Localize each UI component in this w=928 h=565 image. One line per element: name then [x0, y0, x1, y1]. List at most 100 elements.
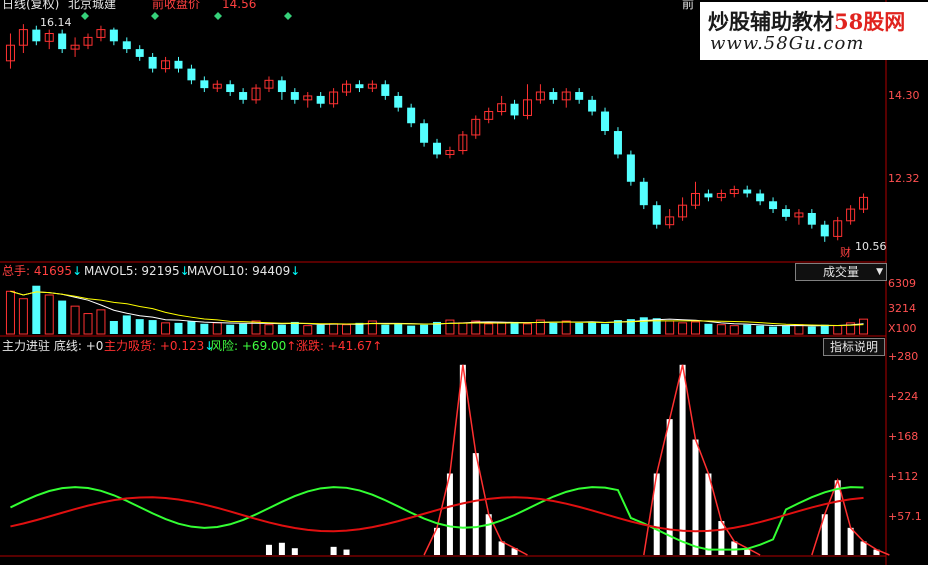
- volume-bar: [264, 324, 274, 335]
- finance-note-marker[interactable]: 财: [840, 246, 851, 260]
- volume-bar: [484, 323, 494, 335]
- candle-body: [32, 29, 41, 42]
- volume-bar: [588, 321, 597, 334]
- volume-bar: [678, 322, 688, 335]
- indicator-spike: [446, 473, 453, 555]
- volume-bar: [510, 321, 519, 334]
- indicator-dropdown-label: 成交量: [822, 265, 859, 279]
- stock-chart-window: { "header": { "period_label": "日线(复权)", …: [0, 0, 928, 565]
- volume-bar: [691, 321, 701, 335]
- indicator-spike: [459, 364, 466, 555]
- signal-diamond-icon: [81, 12, 89, 20]
- candle-body: [639, 181, 648, 206]
- candle-body: [820, 224, 829, 237]
- volume-axis-tick: X100: [888, 322, 917, 335]
- indicator-spike: [291, 548, 298, 555]
- mavol5-label: MAVOL5: [84, 264, 134, 278]
- indicator-spike: [330, 546, 337, 555]
- risk-value: +69.00: [241, 339, 287, 353]
- volume-bar: [316, 324, 325, 334]
- mavol5-readout: MAVOL5: 92195↓: [84, 264, 190, 278]
- watermark-title: 炒股辅助教材58股网: [708, 6, 905, 36]
- volume-bar: [407, 325, 416, 334]
- candle-body: [626, 154, 635, 182]
- candle-body: [549, 92, 558, 100]
- mavol5-value: 92195: [141, 264, 180, 278]
- candle-body: [394, 95, 403, 108]
- candle-body: [316, 95, 325, 104]
- volume-bar: [83, 313, 93, 335]
- volume-bar: [420, 324, 429, 334]
- volume-bars: [5, 285, 869, 335]
- volume-bar: [329, 323, 339, 335]
- indicator-help-button[interactable]: 指标说明: [823, 338, 885, 356]
- volume-bar: [807, 326, 816, 334]
- candle-body: [407, 107, 416, 124]
- force-readout: 主力吸货: +0.123↓: [104, 339, 215, 353]
- candle-body: [613, 131, 622, 155]
- candle-body: [420, 123, 429, 143]
- volume-bar: [342, 324, 352, 335]
- volume-bar: [122, 315, 131, 334]
- indicator-dropdown[interactable]: 成交量 ▼: [795, 263, 887, 281]
- candle-body: [277, 80, 286, 93]
- candle-body: [122, 41, 131, 50]
- volume-bar: [833, 325, 843, 335]
- volume-bar: [859, 318, 869, 335]
- indicator-spike: [731, 541, 738, 555]
- signal-diamond-icon: [284, 12, 292, 20]
- watermark-logo: 炒股辅助教材58股网 www.58Gu.com: [700, 2, 928, 60]
- indicator-spike: [847, 527, 854, 555]
- volume-bar: [665, 320, 675, 335]
- arrow-down-icon: ↓: [290, 264, 301, 278]
- candle-body: [187, 68, 196, 81]
- volume-bar: [161, 322, 171, 335]
- rally-readout: 涨跌: +41.67↑: [296, 339, 383, 353]
- volume-bar: [174, 322, 183, 334]
- period-label[interactable]: 日线(复权): [2, 0, 59, 11]
- chevron-down-icon: ▼: [876, 267, 883, 277]
- candle-body: [601, 111, 610, 132]
- candle-body: [769, 201, 778, 210]
- indicator-axis-tick: +224: [888, 390, 919, 403]
- candle-body: [588, 99, 597, 112]
- indicator-axis-tick: +168: [888, 430, 919, 443]
- rally-value: +41.67: [327, 339, 373, 353]
- stock-name: 北京城建: [68, 0, 117, 11]
- indicator-spike: [705, 473, 712, 555]
- volume-bar: [109, 321, 118, 334]
- volume-bar: [187, 321, 196, 334]
- candle-body: [290, 92, 299, 100]
- volume-bar: [756, 325, 765, 334]
- volume-bar: [70, 305, 80, 335]
- volume-title-label: 总手: [2, 264, 27, 278]
- panel-borders: [0, 0, 887, 565]
- volume-bar: [549, 322, 558, 334]
- candle-body: [226, 84, 235, 93]
- indicator-name-readout: 主力进驻 底线: +0: [2, 339, 104, 353]
- force-value: +0.123: [159, 339, 205, 353]
- volume-bar: [200, 323, 209, 334]
- volume-bar: [381, 324, 390, 334]
- indicator-spike: [834, 480, 841, 555]
- watermark-title-b: 58股网: [834, 9, 906, 34]
- volume-bar: [729, 325, 739, 335]
- volume-bar: [743, 324, 752, 334]
- price-axis-tick: 14.30: [888, 89, 920, 102]
- low-price-label: 10.56: [855, 240, 887, 253]
- mavol10-readout: MAVOL10: 94409↓: [187, 264, 301, 278]
- volume-bar: [781, 325, 790, 334]
- candle-body: [781, 209, 790, 217]
- volume-bar: [212, 322, 222, 335]
- volume-bar: [5, 290, 15, 335]
- indicator-axis-tick: +112: [888, 470, 919, 483]
- volume-bar: [561, 320, 571, 335]
- candle-body: [174, 60, 183, 69]
- volume-bar: [135, 319, 144, 334]
- volume-axis-tick: 3214: [888, 302, 916, 315]
- indicator-spikes: [265, 364, 890, 556]
- risk-label: 风险: [210, 339, 235, 353]
- volume-bar: [303, 325, 313, 335]
- baseline-label: 底线: [53, 339, 78, 353]
- volume-bar: [601, 323, 610, 334]
